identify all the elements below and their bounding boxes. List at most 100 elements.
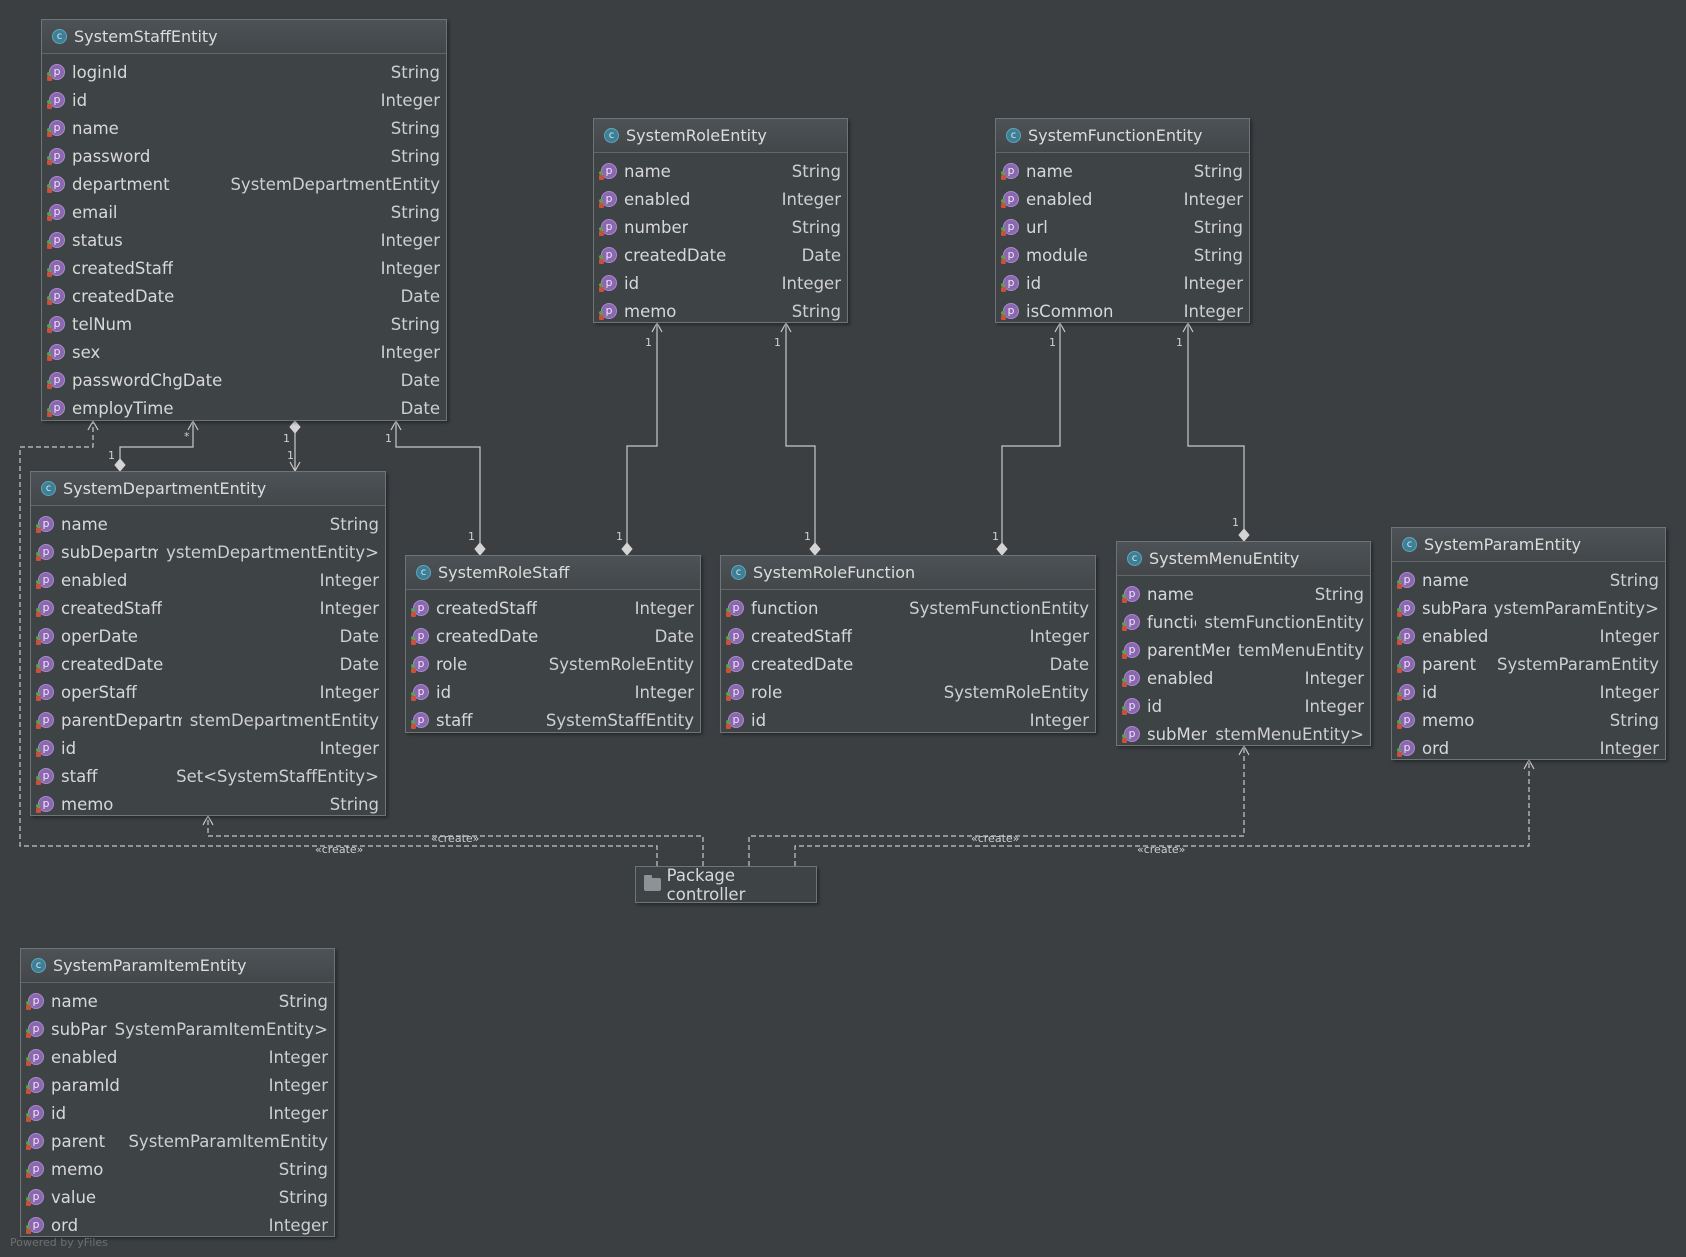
field-name: staff (61, 766, 98, 786)
field-row[interactable]: p id Integer (1392, 678, 1665, 706)
field-row[interactable]: p enabled Integer (21, 1043, 334, 1071)
field-row[interactable]: p name String (31, 510, 385, 538)
field-row[interactable]: p url String (996, 213, 1249, 241)
field-row[interactable]: p subMenusstemMenuEntity> (1117, 720, 1370, 748)
field-row[interactable]: p operStaff Integer (31, 678, 385, 706)
field-type: String (1601, 710, 1659, 730)
field-row[interactable]: p parent SystemParamItemEntity (21, 1127, 334, 1155)
class-box-system-department-entity[interactable]: c SystemDepartmentEntity p name String p subDe… (30, 471, 386, 816)
field-row[interactable]: p createdDate Date (594, 241, 847, 269)
class-name: SystemDepartmentEntity (63, 479, 267, 498)
field-row[interactable]: p functionstemFunctionEntity (1117, 608, 1370, 636)
field-row[interactable]: p role SystemRoleEntity (721, 678, 1095, 706)
edge-function-rolefunction[interactable] (1001, 323, 1061, 543)
edge-staff-rolestaff[interactable] (395, 421, 481, 543)
field-row[interactable]: p subParamsystemParamEntity> (1392, 594, 1665, 622)
field-row[interactable]: p subDepartmentystemDepartmentEntity> (31, 538, 385, 566)
field-row[interactable]: p passwordChgDate Date (42, 366, 446, 394)
field-row[interactable]: p id Integer (31, 734, 385, 762)
field-row[interactable]: p createdDate Date (31, 650, 385, 678)
field-row[interactable]: p name String (1117, 580, 1370, 608)
field-row[interactable]: p createdStaff Integer (721, 622, 1095, 650)
field-row[interactable]: p staff Set<SystemStaffEntity> (31, 762, 385, 790)
field-row[interactable]: p parentDepartmentstemDepartmentEntity (31, 706, 385, 734)
field-row[interactable]: p id Integer (21, 1099, 334, 1127)
class-box-system-role-function[interactable]: c SystemRoleFunction p function SystemFuncti… (720, 555, 1096, 733)
field-name: enabled (624, 189, 691, 209)
field-name: parentMenu (1147, 640, 1230, 660)
field-row[interactable]: p id Integer (721, 706, 1095, 734)
field-row[interactable]: p parentMenutemMenuEntity (1117, 636, 1370, 664)
field-row[interactable]: p name String (594, 157, 847, 185)
field-row[interactable]: p parent SystemParamEntity (1392, 650, 1665, 678)
field-row[interactable]: p module String (996, 241, 1249, 269)
field-row[interactable]: p enabled Integer (31, 566, 385, 594)
class-box-system-param-entity[interactable]: cSystemParamEntitypnameStringpsubParamsy… (1391, 527, 1666, 760)
field-row[interactable]: p enabled Integer (996, 185, 1249, 213)
field-row[interactable]: p value String (21, 1183, 334, 1211)
field-row[interactable]: p createdDate Date (406, 622, 700, 650)
class-icon: c (31, 958, 46, 973)
field-row[interactable]: p id Integer (42, 86, 446, 114)
edge-role-rolefunction[interactable] (785, 323, 816, 543)
field-row[interactable]: p enabled Integer (594, 185, 847, 213)
field-row[interactable]: p id Integer (1117, 692, 1370, 720)
field-row[interactable]: p name String (996, 157, 1249, 185)
class-box-system-role-entity[interactable]: c SystemRoleEntity p name String p enabled Inte… (593, 118, 848, 323)
multiplicity-many: * (184, 430, 190, 443)
property-icon: p (726, 712, 744, 729)
field-row[interactable]: p function SystemFunctionEntity (721, 594, 1095, 622)
field-name: memo (51, 1159, 104, 1179)
class-box-system-function-entity[interactable]: c SystemFunctionEntity p name String p enabled… (995, 118, 1250, 323)
field-row[interactable]: p number String (594, 213, 847, 241)
field-row[interactable]: p memo String (1392, 706, 1665, 734)
property-icon: p (36, 656, 54, 673)
field-row[interactable]: p createdDate Date (721, 650, 1095, 678)
class-box-system-role-staff[interactable]: c SystemRoleStaff p createdStaff Integer p cre… (405, 555, 701, 733)
field-row[interactable]: p id Integer (406, 678, 700, 706)
field-row[interactable]: p name String (42, 114, 446, 142)
field-row[interactable]: p staff SystemStaffEntity (406, 706, 700, 734)
field-row[interactable]: p role SystemRoleEntity (406, 650, 700, 678)
field-row[interactable]: p status Integer (42, 226, 446, 254)
field-row[interactable]: p memo String (31, 790, 385, 818)
field-row[interactable]: p isCommon Integer (996, 297, 1249, 325)
edge-role-rolestaff[interactable] (626, 323, 658, 543)
field-row[interactable]: p enabled Integer (1392, 622, 1665, 650)
field-row[interactable]: p loginId String (42, 58, 446, 86)
field-row[interactable]: p email String (42, 198, 446, 226)
class-box-system-param-item-entity[interactable]: c SystemParamItemEntity p name String p subPar… (20, 948, 335, 1237)
field-row[interactable]: p employTime Date (42, 394, 446, 422)
field-row[interactable]: p id Integer (996, 269, 1249, 297)
field-type: Date (646, 626, 694, 646)
field-row[interactable]: p password String (42, 142, 446, 170)
field-row[interactable]: p sex Integer (42, 338, 446, 366)
powered-by-note: Powered by yFiles (10, 1236, 108, 1249)
edge-staff-department[interactable] (119, 421, 194, 462)
field-row[interactable]: p ord Integer (1392, 734, 1665, 762)
edge-function-menu[interactable] (1187, 323, 1245, 529)
field-row[interactable]: p createdStaff Integer (406, 594, 700, 622)
field-row[interactable]: p operDate Date (31, 622, 385, 650)
field-row[interactable]: p telNum String (42, 310, 446, 338)
class-box-system-menu-entity[interactable]: cSystemMenuEntitypnameStringpfunctionste… (1116, 541, 1371, 746)
field-row[interactable]: p name String (21, 987, 334, 1015)
field-row[interactable]: p subParamsSystemParamItemEntity> (21, 1015, 334, 1043)
field-row[interactable]: p name String (1392, 566, 1665, 594)
field-row[interactable]: p department SystemDepartmentEntity (42, 170, 446, 198)
field-row[interactable]: p ord Integer (21, 1211, 334, 1239)
field-name: enabled (1422, 626, 1489, 646)
field-row[interactable]: p enabled Integer (1117, 664, 1370, 692)
package-controller-node[interactable]: Package controller (635, 866, 817, 904)
field-row[interactable]: p createdDate Date (42, 282, 446, 310)
property-icon: p (36, 628, 54, 645)
field-name: subParams (51, 1019, 107, 1039)
property-icon: p (26, 1161, 44, 1178)
field-row[interactable]: p id Integer (594, 269, 847, 297)
field-row[interactable]: p createdStaff Integer (42, 254, 446, 282)
field-row[interactable]: p paramId Integer (21, 1071, 334, 1099)
field-row[interactable]: p memo String (21, 1155, 334, 1183)
field-row[interactable]: p createdStaff Integer (31, 594, 385, 622)
class-box-system-staff-entity[interactable]: c SystemStaffEntity p loginId String p id Integ… (41, 19, 447, 421)
field-row[interactable]: p memo String (594, 297, 847, 325)
